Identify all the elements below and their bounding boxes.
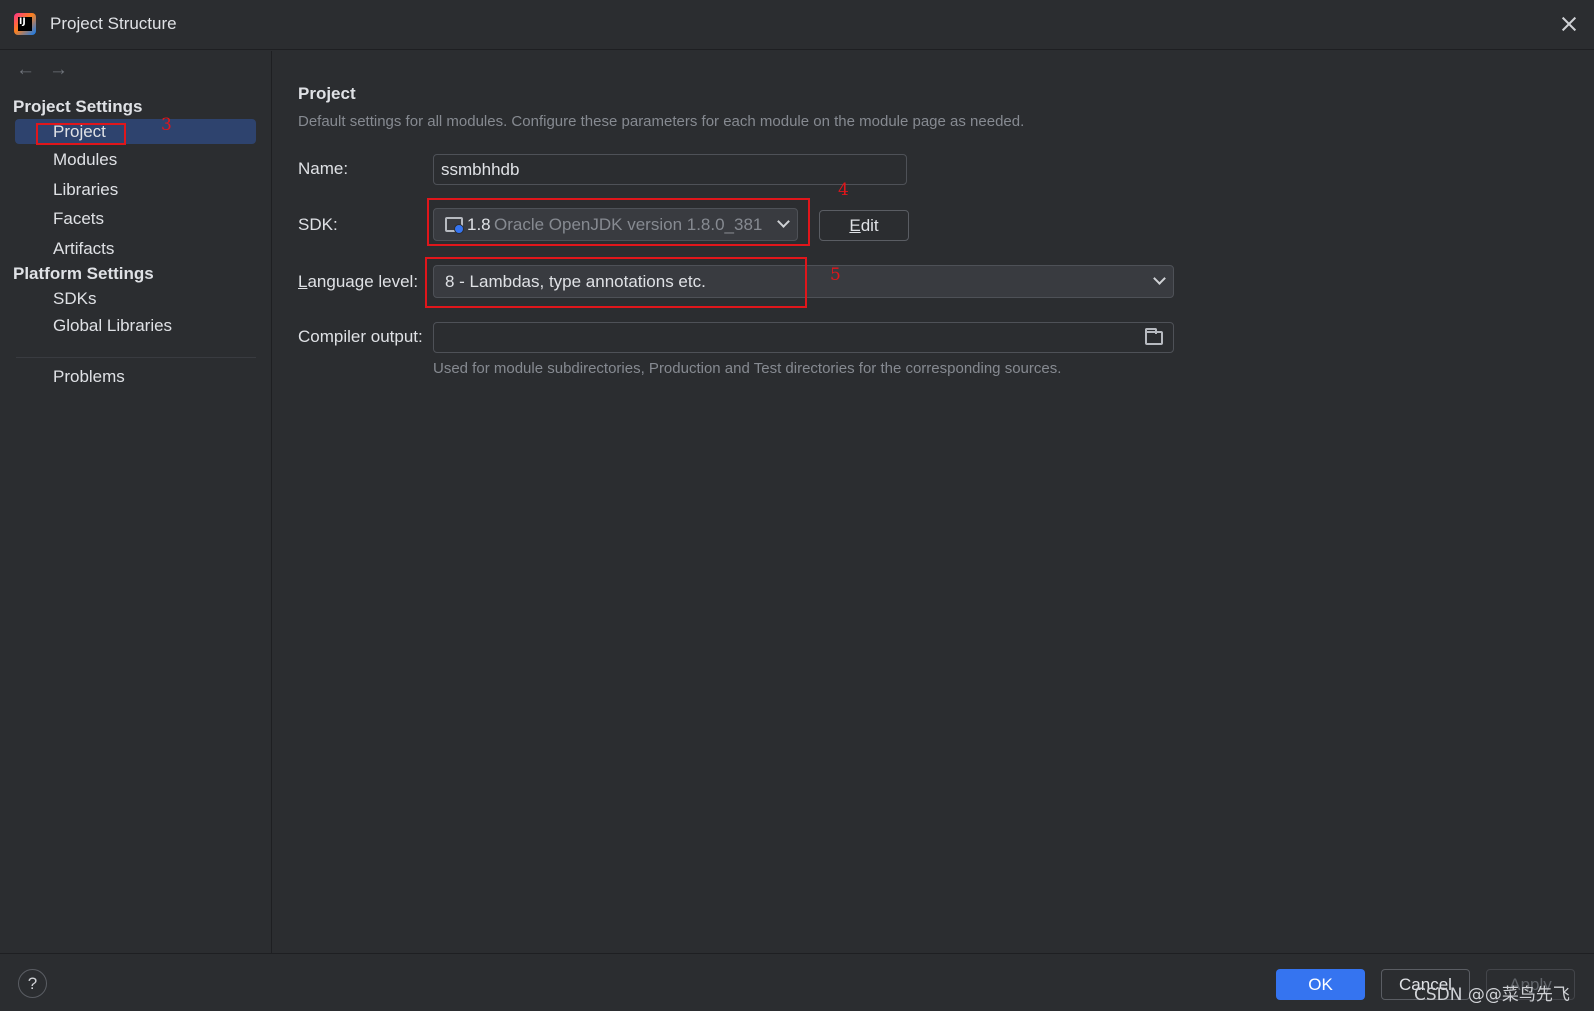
chevron-down-icon [1153,272,1166,285]
edit-mnemonic: E [849,216,861,235]
annotation-number-5: 5 [830,265,841,285]
sidebar-item-libraries[interactable]: Libraries [15,177,256,202]
project-settings-heading: Project Settings [13,97,143,116]
annotation-number-3: 3 [161,115,172,135]
sidebar-item-problems[interactable]: Problems [15,364,256,389]
sidebar-item-sdks[interactable]: SDKs [15,286,256,311]
sidebar-divider [16,357,256,358]
sidebar-item-label: Global Libraries [53,316,173,335]
edit-label-rest: dit [860,216,879,235]
sidebar-item-modules[interactable]: Modules [15,147,256,172]
platform-settings-heading: Platform Settings [13,264,154,283]
compiler-output-hint: Used for module subdirectories, Producti… [433,360,1062,377]
sidebar-item-label: Artifacts [53,239,115,258]
window-title: Project Structure [50,14,177,33]
sdk-label: SDK: [298,215,338,234]
sidebar-item-label: Facets [53,209,105,228]
folder-icon[interactable] [1145,328,1163,345]
csdn-watermark: CSDN @@菜鸟先飞 [1414,985,1570,1005]
close-icon[interactable] [1557,12,1581,36]
page-title: Project [298,84,356,103]
page-description: Default settings for all modules. Config… [298,113,1025,130]
forward-arrow-icon[interactable]: → [49,59,68,81]
title-bar: IJ Project Structure [0,0,1594,50]
annotation-box-5 [425,257,807,308]
dialog-footer: ? OK Cancel Apply CSDN @@菜鸟先飞 [0,953,1594,1011]
edit-sdk-button[interactable]: Edit [819,210,909,241]
annotation-box-4 [427,198,810,246]
sidebar-item-label: Problems [53,367,125,386]
sidebar-item-global-libraries[interactable]: Global Libraries [15,313,256,338]
sidebar-item-facets[interactable]: Facets [15,206,256,231]
intellij-logo-icon: IJ [14,13,36,35]
language-level-label: Language level: [298,272,419,291]
annotation-box-3 [36,123,126,145]
name-input[interactable] [433,154,907,185]
main-panel: Project Default settings for all modules… [273,51,1594,953]
ok-button[interactable]: OK [1276,969,1365,1000]
annotation-number-4: 4 [838,180,849,200]
name-label: Name: [298,159,349,178]
compiler-output-field[interactable] [433,322,1174,353]
compiler-output-label: Compiler output: [298,327,423,346]
help-button[interactable]: ? [18,969,47,998]
sidebar-item-label: Libraries [53,180,119,199]
sidebar-item-label: Modules [53,150,118,169]
sidebar: ← → Project Settings Project Modules Lib… [0,51,272,953]
sidebar-item-artifacts[interactable]: Artifacts [15,236,256,261]
sidebar-item-label: SDKs [53,289,97,308]
back-arrow-icon[interactable]: ← [16,59,35,81]
